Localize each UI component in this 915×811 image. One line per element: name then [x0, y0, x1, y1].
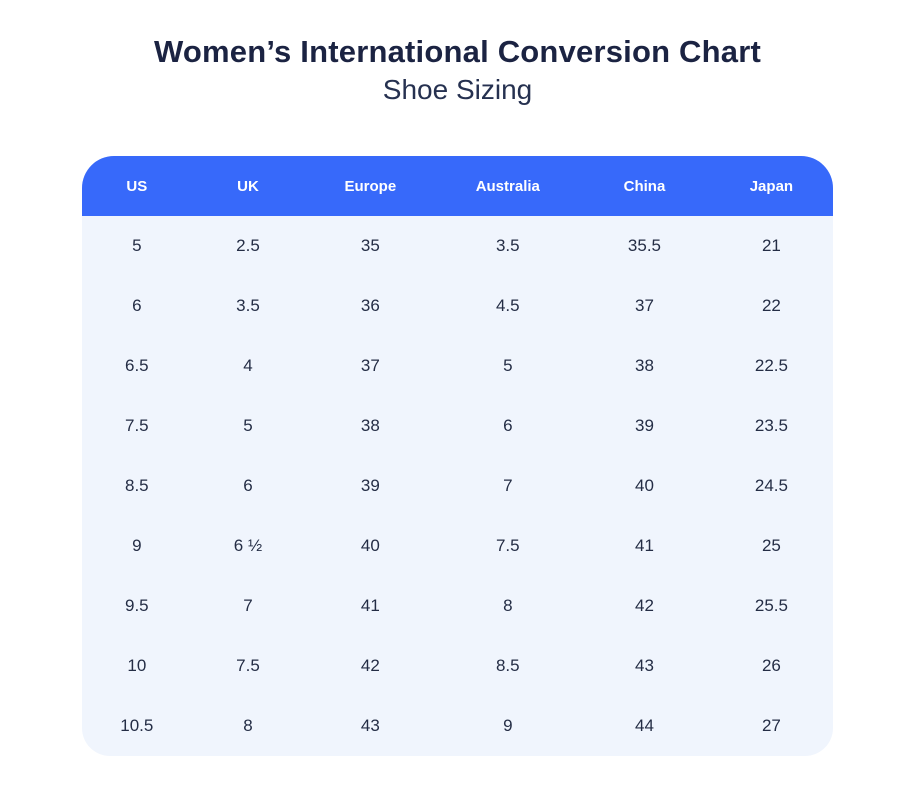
- table-cell: 9.5: [82, 576, 192, 636]
- table-cell: 9: [436, 696, 579, 756]
- table-cell: 40: [579, 456, 710, 516]
- table-cell: 8: [192, 696, 305, 756]
- column-header-us: US: [82, 156, 192, 216]
- column-header-australia: Australia: [436, 156, 579, 216]
- table-row: 10 7.5 42 8.5 43 26: [82, 636, 833, 696]
- table-cell: 22: [710, 276, 833, 336]
- column-header-japan: Japan: [710, 156, 833, 216]
- table-cell: 6: [192, 456, 305, 516]
- table-cell: 42: [579, 576, 710, 636]
- table-cell: 5: [436, 336, 579, 396]
- table-body: 5 2.5 35 3.5 35.5 21 6 3.5 36 4.5 37 22 …: [82, 216, 833, 756]
- table-cell: 41: [304, 576, 436, 636]
- table-cell: 7.5: [82, 396, 192, 456]
- table-cell: 22.5: [710, 336, 833, 396]
- table-cell: 21: [710, 216, 833, 276]
- table-cell: 7.5: [436, 516, 579, 576]
- table-row: 6.5 4 37 5 38 22.5: [82, 336, 833, 396]
- table-cell: 35.5: [579, 216, 710, 276]
- table-cell: 43: [304, 696, 436, 756]
- table-cell: 3.5: [192, 276, 305, 336]
- table-cell: 26: [710, 636, 833, 696]
- table-row: 8.5 6 39 7 40 24.5: [82, 456, 833, 516]
- table-header: US UK Europe Australia China Japan: [82, 156, 833, 216]
- table-cell: 4: [192, 336, 305, 396]
- page-title: Women’s International Conversion Chart: [0, 34, 915, 70]
- table-cell: 5: [82, 216, 192, 276]
- table-row: 6 3.5 36 4.5 37 22: [82, 276, 833, 336]
- header-row: US UK Europe Australia China Japan: [82, 156, 833, 216]
- column-header-uk: UK: [192, 156, 305, 216]
- table-cell: 25.5: [710, 576, 833, 636]
- table-cell: 35: [304, 216, 436, 276]
- table-cell: 41: [579, 516, 710, 576]
- table-row: 9.5 7 41 8 42 25.5: [82, 576, 833, 636]
- table-cell: 44: [579, 696, 710, 756]
- table-cell: 37: [304, 336, 436, 396]
- table-cell: 23.5: [710, 396, 833, 456]
- table-cell: 4.5: [436, 276, 579, 336]
- table-cell: 7.5: [192, 636, 305, 696]
- table-cell: 24.5: [710, 456, 833, 516]
- table-cell: 9: [82, 516, 192, 576]
- table-cell: 39: [579, 396, 710, 456]
- table-cell: 25: [710, 516, 833, 576]
- table-cell: 10.5: [82, 696, 192, 756]
- table-cell: 2.5: [192, 216, 305, 276]
- table-cell: 10: [82, 636, 192, 696]
- table-cell: 3.5: [436, 216, 579, 276]
- table-cell: 42: [304, 636, 436, 696]
- table-cell: 43: [579, 636, 710, 696]
- table-cell: 40: [304, 516, 436, 576]
- table-cell: 27: [710, 696, 833, 756]
- table-cell: 8.5: [82, 456, 192, 516]
- table-cell: 7: [192, 576, 305, 636]
- page-subtitle: Shoe Sizing: [0, 74, 915, 106]
- page: Women’s International Conversion Chart S…: [0, 34, 915, 811]
- table-cell: 6.5: [82, 336, 192, 396]
- table-cell: 39: [304, 456, 436, 516]
- table-row: 9 6 ½ 40 7.5 41 25: [82, 516, 833, 576]
- table-cell: 38: [304, 396, 436, 456]
- table-cell: 7: [436, 456, 579, 516]
- table-cell: 8: [436, 576, 579, 636]
- table-cell: 6: [82, 276, 192, 336]
- table-row: 10.5 8 43 9 44 27: [82, 696, 833, 756]
- column-header-europe: Europe: [304, 156, 436, 216]
- table-cell: 38: [579, 336, 710, 396]
- table-cell: 8.5: [436, 636, 579, 696]
- table-cell: 5: [192, 396, 305, 456]
- table-row: 5 2.5 35 3.5 35.5 21: [82, 216, 833, 276]
- table-cell: 6 ½: [192, 516, 305, 576]
- table-cell: 6: [436, 396, 579, 456]
- table-cell: 37: [579, 276, 710, 336]
- table-row: 7.5 5 38 6 39 23.5: [82, 396, 833, 456]
- table-cell: 36: [304, 276, 436, 336]
- column-header-china: China: [579, 156, 710, 216]
- conversion-table: US UK Europe Australia China Japan 5 2.5…: [82, 156, 833, 756]
